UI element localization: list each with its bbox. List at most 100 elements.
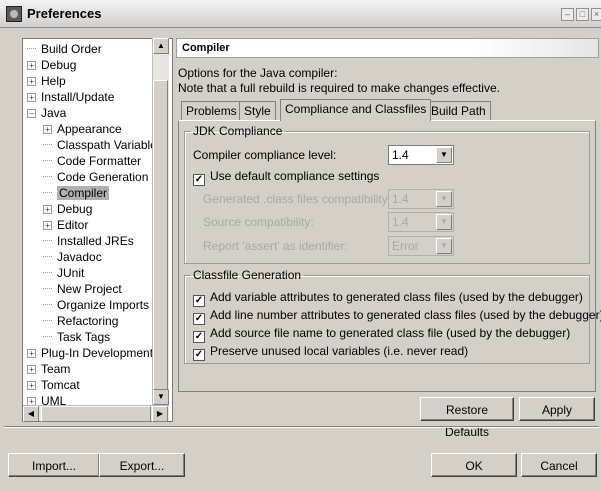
tree-item-installed-jres[interactable]: Installed JREs (43, 233, 134, 249)
tree-item-label: Editor (57, 218, 89, 232)
tree-connector (43, 144, 52, 145)
expand-icon[interactable]: + (43, 205, 52, 214)
source-compat-select[interactable]: 1.4 ▼ (388, 212, 454, 232)
option-label: Add variable attributes to generated cla… (210, 290, 583, 304)
option-preserve-locals[interactable]: ✓ Preserve unused local variables (i.e. n… (193, 344, 468, 361)
source-file-name-checkbox[interactable]: ✓ (193, 331, 205, 343)
collapse-icon[interactable]: – (27, 109, 36, 118)
expand-icon[interactable]: + (27, 77, 36, 86)
chevron-down-icon[interactable]: ▼ (436, 191, 452, 207)
tree-item-java[interactable]: – Java (27, 105, 66, 121)
scroll-down-icon[interactable]: ▼ (153, 389, 169, 405)
tree-item-plugin-development[interactable]: + Plug-In Development (27, 345, 153, 361)
use-defaults-label: Use default compliance settings (210, 169, 380, 183)
assert-identifier-select[interactable]: Error ▼ (388, 236, 454, 256)
minimize-icon[interactable]: – (561, 8, 574, 21)
tree-item-code-formatter[interactable]: Code Formatter (43, 153, 141, 169)
tree-item-appearance[interactable]: + Appearance (43, 121, 122, 137)
tree-item-debug[interactable]: + Debug (27, 57, 76, 73)
expand-icon[interactable]: + (27, 93, 36, 102)
tab-build-path[interactable]: Build Path (426, 101, 491, 121)
app-icon (6, 6, 22, 22)
source-compat-label: Source compatibility: (203, 215, 314, 229)
preserve-locals-checkbox[interactable]: ✓ (193, 349, 205, 361)
tree-item-code-generation[interactable]: Code Generation (43, 169, 148, 185)
tree-item-build-order[interactable]: Build Order (27, 41, 102, 57)
close-icon[interactable]: × (591, 8, 601, 21)
export-button[interactable]: Export... (99, 453, 185, 477)
compliance-level-select[interactable]: 1.4 ▼ (388, 145, 454, 165)
tree-connector (43, 176, 52, 177)
tree-connector (43, 256, 52, 257)
option-label: Preserve unused local variables (i.e. ne… (210, 344, 469, 358)
page-title: Compiler (176, 38, 599, 58)
tree-item-label: Javadoc (57, 250, 102, 264)
tree-item-install-update[interactable]: + Install/Update (27, 89, 114, 105)
use-defaults-checkbox[interactable]: ✓ (193, 174, 205, 186)
tree-item-junit[interactable]: JUnit (43, 265, 84, 281)
tree-item-label: Code Generation (57, 170, 149, 184)
tree-item-label: Compiler (57, 186, 110, 200)
tree-item-compiler[interactable]: Compiler (43, 185, 110, 201)
scroll-right-icon[interactable]: ▶ (152, 406, 168, 422)
expand-icon[interactable]: + (27, 381, 36, 390)
tree-item-label: Refactoring (57, 314, 119, 328)
tree-connector (43, 272, 52, 273)
tree-item-classpath-variable[interactable]: Classpath Variable (43, 137, 157, 153)
preference-tree[interactable]: Build Order + Debug + Help + Install/Update… (22, 38, 173, 422)
variable-attributes-checkbox[interactable]: ✓ (193, 295, 205, 307)
option-variable-attributes[interactable]: ✓ Add variable attributes to generated cl… (193, 290, 583, 307)
scroll-left-icon[interactable]: ◀ (23, 406, 39, 422)
option-source-file-name[interactable]: ✓ Add source file name to generated class… (193, 326, 570, 343)
tab-compliance-and-classfiles[interactable]: Compliance and Classfiles (280, 99, 432, 121)
title-bar[interactable]: Preferences – □ × (0, 0, 601, 28)
tree-item-refactoring[interactable]: Refactoring (43, 313, 118, 329)
expand-icon[interactable]: + (43, 125, 52, 134)
cancel-button[interactable]: Cancel (521, 453, 597, 477)
chevron-down-icon[interactable]: ▼ (436, 147, 452, 163)
apply-button[interactable]: Apply (519, 397, 595, 421)
tree-horizontal-scrollbar[interactable]: ◀ ▶ (23, 405, 169, 422)
tree-item-label: Plug-In Development (41, 346, 154, 360)
horizontal-scroll-thumb[interactable] (41, 406, 151, 422)
tab-style[interactable]: Style (239, 101, 276, 121)
option-line-number-attributes[interactable]: ✓ Add line number attributes to generated… (193, 308, 601, 325)
tree-connector (27, 48, 36, 49)
tree-item-organize-imports[interactable]: Organize Imports (43, 297, 149, 313)
expand-icon[interactable]: + (27, 365, 36, 374)
tree-item-label: Installed JREs (57, 234, 134, 248)
tab-problems[interactable]: Problems (181, 101, 242, 121)
generated-compat-select[interactable]: 1.4 ▼ (388, 189, 454, 209)
expand-icon[interactable]: + (27, 61, 36, 70)
tree-item-team[interactable]: + Team (27, 361, 70, 377)
ok-button[interactable]: OK (431, 453, 517, 477)
line-number-attributes-checkbox[interactable]: ✓ (193, 313, 205, 325)
assert-identifier-label: Report 'assert' as identifier: (203, 239, 348, 253)
import-button[interactable]: Import... (8, 453, 100, 477)
tree-item-label: Code Formatter (57, 154, 142, 168)
tree-item-new-project[interactable]: New Project (43, 281, 122, 297)
tree-item-help[interactable]: + Help (27, 73, 66, 89)
maximize-icon[interactable]: □ (576, 8, 589, 21)
tree-item-editor[interactable]: + Editor (43, 217, 88, 233)
tree-item-javadoc[interactable]: Javadoc (43, 249, 102, 265)
generated-compat-label: Generated .class files compatibility: (203, 192, 392, 206)
vertical-scroll-thumb[interactable] (153, 80, 168, 390)
tree-connector (43, 160, 52, 161)
tree-item-label: Debug (57, 202, 93, 216)
chevron-down-icon[interactable]: ▼ (436, 214, 452, 230)
tree-item-java-debug[interactable]: + Debug (43, 201, 92, 217)
generated-compat-value: 1.4 (392, 192, 409, 206)
chevron-down-icon[interactable]: ▼ (436, 238, 452, 254)
classfile-generation-legend: Classfile Generation (193, 268, 302, 282)
tree-item-label: Organize Imports (57, 298, 150, 312)
use-defaults-row[interactable]: ✓ Use default compliance settings (193, 169, 379, 186)
expand-icon[interactable]: + (43, 221, 52, 230)
tree-connector (43, 288, 52, 289)
tree-item-tomcat[interactable]: + Tomcat (27, 377, 80, 393)
scroll-up-icon[interactable]: ▲ (153, 38, 169, 54)
divider (4, 426, 599, 428)
tree-item-task-tags[interactable]: Task Tags (43, 329, 110, 345)
expand-icon[interactable]: + (27, 349, 36, 358)
restore-defaults-button[interactable]: Restore Defaults (420, 397, 514, 439)
